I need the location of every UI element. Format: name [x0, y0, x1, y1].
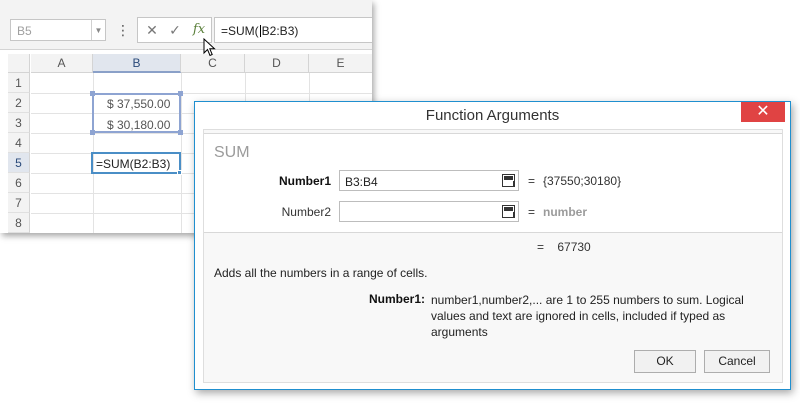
fill-handle[interactable] [177, 170, 182, 175]
row-header-2[interactable]: 2 [8, 93, 30, 113]
more-options-icon[interactable]: ⋮ [116, 20, 130, 40]
collapse-dialog-icon[interactable] [502, 205, 515, 218]
row-header-1[interactable]: 1 [8, 73, 30, 93]
row-header-3[interactable]: 3 [8, 113, 30, 133]
range-handle[interactable] [90, 130, 95, 135]
row-header-5[interactable]: 5 [8, 153, 30, 173]
row-header-4[interactable]: 4 [8, 133, 30, 153]
formula-bar[interactable]: =SUM(B2:B3) [214, 17, 372, 43]
row-header-6[interactable]: 6 [8, 173, 30, 193]
mouse-pointer-icon [203, 38, 216, 57]
column-headers: A B C D E [0, 54, 372, 73]
active-cell-b5[interactable]: =SUM(B2:B3) [91, 152, 182, 175]
number1-result: {37550;30180} [543, 174, 622, 188]
name-box-value: B5 [17, 24, 32, 38]
grid-line [31, 93, 372, 94]
select-all-corner[interactable] [8, 54, 30, 73]
range-handle[interactable] [90, 91, 95, 96]
cancel-button[interactable]: Cancel [704, 350, 770, 373]
range-handle[interactable] [178, 130, 183, 135]
arguments-panel: SUM Number1 B3:B4 = {37550;30180} Number… [204, 133, 782, 233]
row-header-8[interactable]: 8 [8, 213, 30, 233]
formula-text-before-caret: =SUM( [221, 24, 259, 38]
reference-range-highlight [90, 91, 183, 135]
argument-description-label: Number1: [369, 292, 426, 306]
formula-buttons: ✕ ✓ fx [137, 17, 212, 43]
function-arguments-dialog: Function Arguments ✕ SUM Number1 B3:B4 =… [194, 101, 791, 390]
dialog-body: SUM Number1 B3:B4 = {37550;30180} Number… [203, 129, 783, 383]
cancel-formula-icon[interactable]: ✕ [142, 21, 162, 39]
number2-result: number [543, 205, 588, 219]
ok-button[interactable]: OK [634, 350, 696, 373]
equals-sign: = [528, 205, 536, 219]
column-header-b[interactable]: B [93, 54, 181, 73]
function-description: Adds all the numbers in a range of cells… [214, 266, 428, 280]
formula-toolbar: B5 ▼ ⋮ ✕ ✓ fx =SUM(B2:B3) [0, 0, 372, 50]
row-header-7[interactable]: 7 [8, 193, 30, 213]
close-icon[interactable]: ✕ [741, 102, 785, 122]
chevron-down-icon[interactable]: ▼ [91, 20, 105, 40]
function-result: = 67730 [537, 240, 591, 254]
cell-b5: =SUM(B2:B3) [96, 157, 171, 171]
name-box[interactable]: B5 ▼ [10, 19, 106, 41]
number2-label: Number2 [281, 205, 331, 219]
function-name: SUM [214, 144, 250, 161]
collapse-dialog-icon[interactable] [502, 174, 515, 187]
column-header-a[interactable]: A [31, 54, 93, 73]
text-caret [259, 25, 261, 37]
dialog-title: Function Arguments [425, 107, 560, 124]
equals-sign: = [528, 174, 536, 188]
insert-function-icon[interactable]: fx [189, 21, 209, 39]
number1-value: B3:B4 [345, 175, 378, 189]
range-handle[interactable] [178, 91, 183, 96]
argument-description-text: number1,number2,... are 1 to 255 numbers… [431, 293, 744, 339]
column-header-d[interactable]: D [245, 54, 309, 73]
formula-text-after-caret: B2:B3) [261, 24, 299, 38]
number1-input[interactable]: B3:B4 [339, 170, 519, 191]
formula-text: =SUM(B2:B3) [221, 24, 298, 38]
number2-input[interactable] [339, 201, 519, 222]
column-header-e[interactable]: E [309, 54, 372, 73]
result-value: 67730 [557, 240, 591, 254]
number1-label: Number1 [278, 174, 331, 188]
confirm-formula-icon[interactable]: ✓ [165, 21, 185, 39]
result-equals: = [537, 240, 545, 254]
